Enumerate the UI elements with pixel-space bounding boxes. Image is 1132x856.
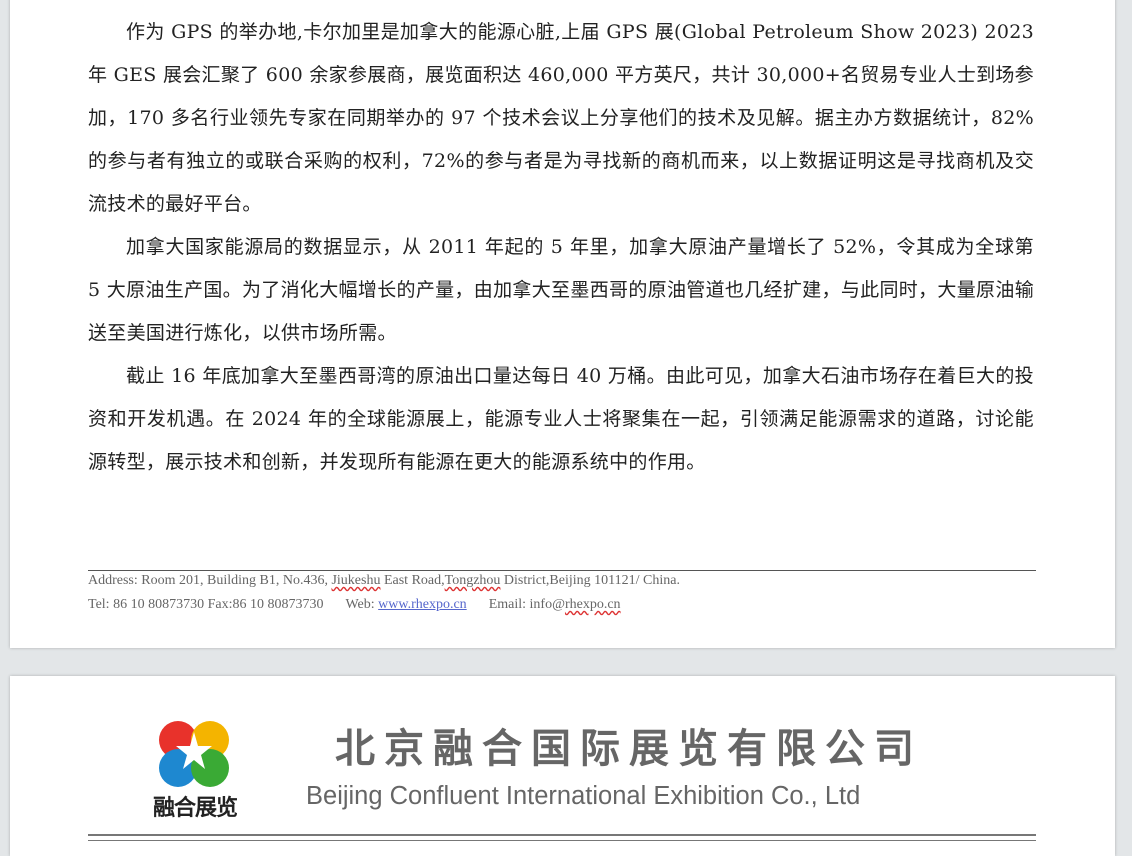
body-paragraph-2: 加拿大国家能源局的数据显示，从 2011 年起的 5 年里，加拿大原油产量增长了… xyxy=(88,236,1034,344)
company-logo: 融合展览 xyxy=(140,718,250,821)
address-mid: East Road, xyxy=(380,573,445,588)
address-prefix: Address: Room 201, Building B1, No.436, xyxy=(88,573,332,588)
web-label: Web: xyxy=(345,597,379,612)
tel-fax-text: Tel: 86 10 80873730 Fax:86 10 80873730 xyxy=(88,597,324,612)
address-suffix: District,Beijing 101121/ China. xyxy=(500,573,680,588)
header-divider xyxy=(88,834,1036,841)
company-name-chinese: 北京融合国际展览有限公司 xyxy=(335,726,923,772)
footer-contact: Tel: 86 10 80873730 Fax:86 10 80873730 We… xyxy=(88,593,1036,617)
document-page-1: 作为 GPS 的举办地,卡尔加里是加拿大的能源心脏,上届 GPS 展(Globa… xyxy=(10,0,1115,648)
document-page-2: 融合展览 北京融合国际展览有限公司 Beijing Confluent Inte… xyxy=(10,676,1115,856)
address-district: Tongzhou xyxy=(444,573,501,588)
logo-star-icon xyxy=(159,721,229,787)
body-paragraph-1: 作为 GPS 的举办地,卡尔加里是加拿大的能源心脏,上届 GPS 展(Globa… xyxy=(88,21,1034,215)
address-street: Jiukeshu xyxy=(331,573,381,588)
footer-address: Address: Room 201, Building B1, No.436, … xyxy=(88,569,1036,593)
email-label: Email: info@ xyxy=(488,597,565,612)
email-domain: rhexpo.cn xyxy=(564,597,621,612)
logo-text: 融合展览 xyxy=(152,796,238,821)
body-paragraph-3: 截止 16 年底加拿大至墨西哥湾的原油出口量达每日 40 万桶。由此可见，加拿大… xyxy=(88,365,1034,473)
web-link[interactable]: www.rhexpo.cn xyxy=(378,597,467,612)
company-name-english: Beijing Confluent International Exhibiti… xyxy=(306,782,861,810)
